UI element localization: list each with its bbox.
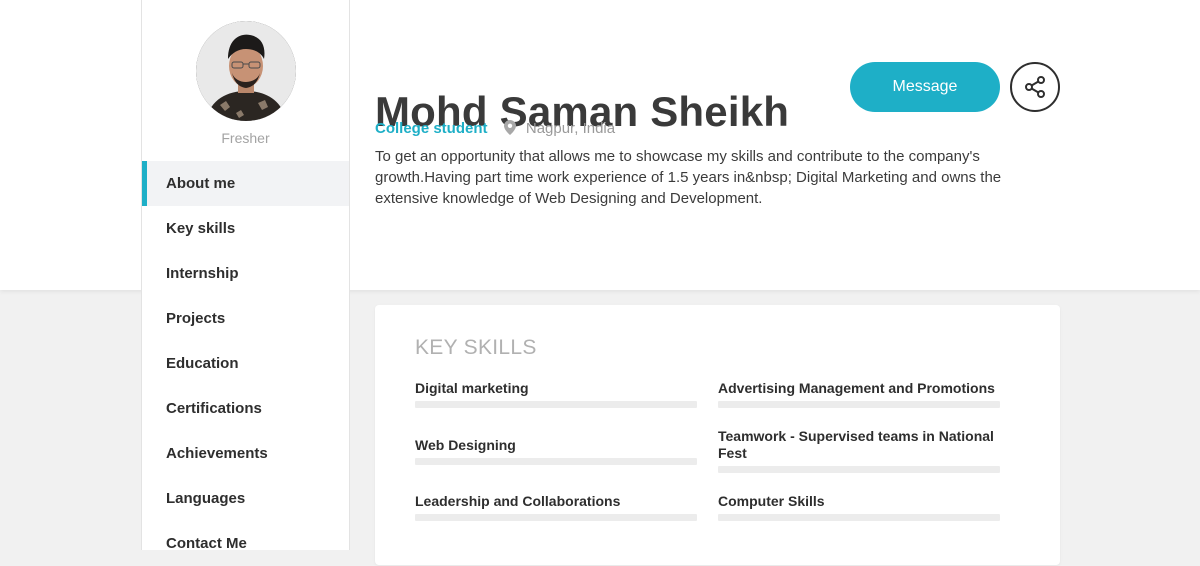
sidebar-item-certifications[interactable]: Certifications	[142, 386, 349, 431]
sidebar-item-education[interactable]: Education	[142, 341, 349, 386]
location-pin-icon	[503, 120, 516, 139]
skill-bar	[415, 514, 697, 521]
skill-item: Advertising Management and Promotions	[718, 380, 1000, 408]
avatar-photo	[196, 21, 296, 121]
skill-name: Teamwork - Supervised teams in National …	[718, 428, 994, 461]
sidebar-item-projects[interactable]: Projects	[142, 296, 349, 341]
skill-item: Digital marketing	[415, 380, 697, 408]
profile-sidebar: Fresher About me Key skills Internship P…	[141, 0, 350, 552]
skill-name: Computer Skills	[718, 493, 825, 509]
skill-bar	[718, 401, 1000, 408]
sidebar-item-languages[interactable]: Languages	[142, 476, 349, 521]
avatar	[196, 21, 296, 121]
skill-item: Leadership and Collaborations	[415, 493, 697, 521]
skill-bar	[718, 466, 1000, 473]
sidebar-item-about-me[interactable]: About me	[142, 161, 349, 206]
key-skills-card: KEY SKILLS Digital marketing Advertising…	[375, 305, 1060, 565]
skill-bar	[718, 514, 1000, 521]
message-button[interactable]: Message	[850, 62, 1000, 112]
sidebar-item-internship[interactable]: Internship	[142, 251, 349, 296]
skill-bar	[415, 401, 697, 408]
share-button[interactable]	[1010, 62, 1060, 112]
profile-role: College student	[375, 120, 488, 137]
skill-name: Advertising Management and Promotions	[718, 380, 995, 396]
sidebar-item-achievements[interactable]: Achievements	[142, 431, 349, 476]
skill-item: Web Designing	[415, 437, 697, 465]
profile-location: Nagpur, India	[525, 120, 616, 137]
skill-bar	[415, 458, 697, 465]
share-icon	[1025, 76, 1045, 98]
key-skills-title: KEY SKILLS	[415, 336, 537, 359]
profile-status: Fresher	[221, 130, 270, 146]
profile-bio: To get an opportunity that allows me to …	[375, 148, 1002, 207]
skill-item: Teamwork - Supervised teams in National …	[718, 428, 1000, 473]
sidebar-item-contact-me[interactable]: Contact Me	[142, 521, 349, 566]
skill-name: Leadership and Collaborations	[415, 493, 621, 509]
skill-item: Computer Skills	[718, 493, 1000, 521]
sidebar-nav: About me Key skills Internship Projects …	[142, 161, 349, 566]
skill-name: Web Designing	[415, 437, 516, 453]
sidebar-item-key-skills[interactable]: Key skills	[142, 206, 349, 251]
skill-name: Digital marketing	[415, 380, 529, 396]
profile-subline: College student Nagpur, India	[375, 120, 615, 139]
